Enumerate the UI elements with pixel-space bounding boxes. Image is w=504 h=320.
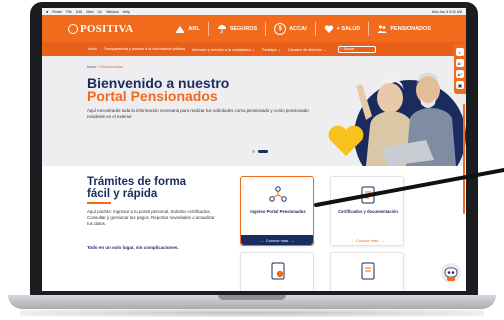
hero-banner: Inicio › Pensionados Bienvenido a nuestr… (42, 56, 466, 214)
arrow-right-icon: → (380, 237, 385, 243)
document-icon (361, 186, 375, 204)
heart-icon (324, 24, 333, 33)
section-description: Aquí podrás: Ingresar a tu portal person… (87, 209, 215, 227)
nav-atencion[interactable]: Atención y servicio a la ciudadanía ⌄ (192, 47, 255, 52)
card-ingreso-portal-label: Ingreso Portal Pensionados (250, 209, 306, 214)
menubar-clock: Mon Jun 5 9:41 AM (431, 9, 462, 14)
search-input[interactable]: ⌕ Buscar (337, 45, 376, 53)
search-icon: ⌕ (340, 47, 343, 51)
positiva-logo[interactable]: POSITIVA (68, 23, 133, 35)
chatbot-icon[interactable] (440, 262, 462, 284)
form-icon (361, 262, 375, 280)
breadcrumb-current: Pensionados (99, 64, 124, 69)
sign-language-icon[interactable]: ▣ (456, 81, 464, 89)
font-increase-icon[interactable]: A⁺ (456, 70, 464, 78)
laptop-shadow (20, 309, 484, 317)
nav-transparencia[interactable]: Transparencia y acceso a la información … (104, 47, 185, 51)
people-icon (378, 24, 387, 33)
conoce-mas-label: Conoce más (355, 237, 379, 243)
header-link-arl-label: ARL (188, 25, 200, 32)
header-link-accai-label: ACCAI (289, 25, 307, 32)
header-link-accai[interactable]: $ ACCAI (265, 21, 307, 36)
menu-window[interactable]: Window (106, 10, 118, 14)
header-link-seguros-label: SEGUROS (229, 25, 258, 32)
nav-participa-label: Participa (261, 47, 277, 52)
nav-atencion-label: Atención y servicio a la ciudadanía (192, 47, 251, 52)
arrow-right-icon: → (349, 237, 354, 243)
conoce-mas-button[interactable]: → Conoce más → (331, 235, 403, 245)
arrow-right-icon: → (290, 237, 295, 243)
card-certificados-label: Certificados y documentación (338, 209, 398, 214)
card-ingreso-portal[interactable]: Ingreso Portal Pensionados → Conoce más … (240, 176, 314, 246)
menu-help[interactable]: Help (123, 10, 130, 14)
apple-icon[interactable]: ● (46, 9, 48, 14)
nav-canales-label: Canales de atención (287, 47, 323, 52)
logo-text: POSITIVA (80, 22, 134, 35)
conoce-mas-label: Conoce más (265, 237, 289, 243)
contrast-icon[interactable]: ◐ (456, 48, 464, 56)
section-title: Trámites de forma (87, 176, 187, 188)
header-link-salud[interactable]: + SALUD (314, 21, 361, 36)
menu-go[interactable]: Go (98, 10, 103, 14)
scrollbar[interactable] (463, 104, 465, 214)
screen: ● Finder File Edit View Go Window Help M… (42, 8, 466, 291)
accai-icon: $ (274, 22, 287, 35)
nav-canales[interactable]: Canales de atención ⌄ (288, 47, 327, 52)
card-novedades[interactable] (330, 252, 404, 291)
money-document-icon (271, 262, 285, 280)
nav-participa[interactable]: Participa ⌄ (262, 47, 281, 52)
logo-mark-icon (68, 23, 78, 34)
menu-view[interactable]: View (86, 10, 94, 14)
conoce-mas-button[interactable]: → Conoce más → (241, 235, 313, 245)
chevron-down-icon: ⌄ (323, 47, 327, 52)
title-underline (87, 202, 111, 204)
hero-description: Aquí encontrarás toda la información nec… (87, 108, 309, 119)
main-nav: Inicio Transparencia y acceso a la infor… (42, 42, 466, 56)
laptop: ● Finder File Edit View Go Window Help M… (0, 0, 504, 320)
search-placeholder: Buscar (343, 47, 355, 51)
laptop-notch (218, 295, 286, 300)
card-pagos[interactable] (240, 252, 314, 291)
nav-inicio[interactable]: Inicio (88, 47, 97, 51)
section-title-line2: fácil y rápida (87, 188, 158, 200)
accessibility-toolbar: ◐ A⁻ A⁺ ▣ (454, 44, 466, 94)
header-link-arl[interactable]: ARL (175, 22, 200, 36)
header-link-seguros[interactable]: SEGUROS (207, 21, 258, 36)
section-tagline: Todo en un solo lugar, sin complicacione… (87, 245, 179, 250)
carousel-dot[interactable] (252, 150, 255, 153)
menu-edit[interactable]: Edit (76, 10, 82, 14)
menu-finder[interactable]: Finder (52, 10, 62, 14)
carousel-dots (252, 150, 271, 153)
site-header: POSITIVA ARL SEGUROS $ ACCAI + SALUD PEN… (42, 15, 466, 42)
arl-icon (176, 25, 185, 33)
header-link-salud-label: + SALUD (336, 25, 361, 32)
network-user-icon (269, 186, 287, 202)
hero-subtitle: Portal Pensionados (87, 88, 218, 104)
hero-photo-elderly-couple (318, 56, 466, 166)
umbrella-icon (217, 24, 226, 33)
os-menubar: ● Finder File Edit View Go Window Help M… (42, 8, 466, 15)
breadcrumb-home[interactable]: Inicio (87, 64, 96, 69)
font-decrease-icon[interactable]: A⁻ (456, 59, 464, 67)
arrow-right-icon: → (259, 237, 264, 243)
carousel-dot-active[interactable] (258, 150, 268, 153)
menu-file[interactable]: File (66, 10, 72, 14)
header-link-pensionados-label: PENSIONADOS (390, 25, 431, 32)
chevron-down-icon: ⌄ (251, 47, 255, 52)
breadcrumb: Inicio › Pensionados (87, 64, 123, 69)
card-certificados[interactable]: Certificados y documentación → Conoce má… (330, 176, 404, 246)
header-link-pensionados[interactable]: PENSIONADOS (368, 21, 431, 36)
chevron-down-icon: ⌄ (277, 47, 281, 52)
